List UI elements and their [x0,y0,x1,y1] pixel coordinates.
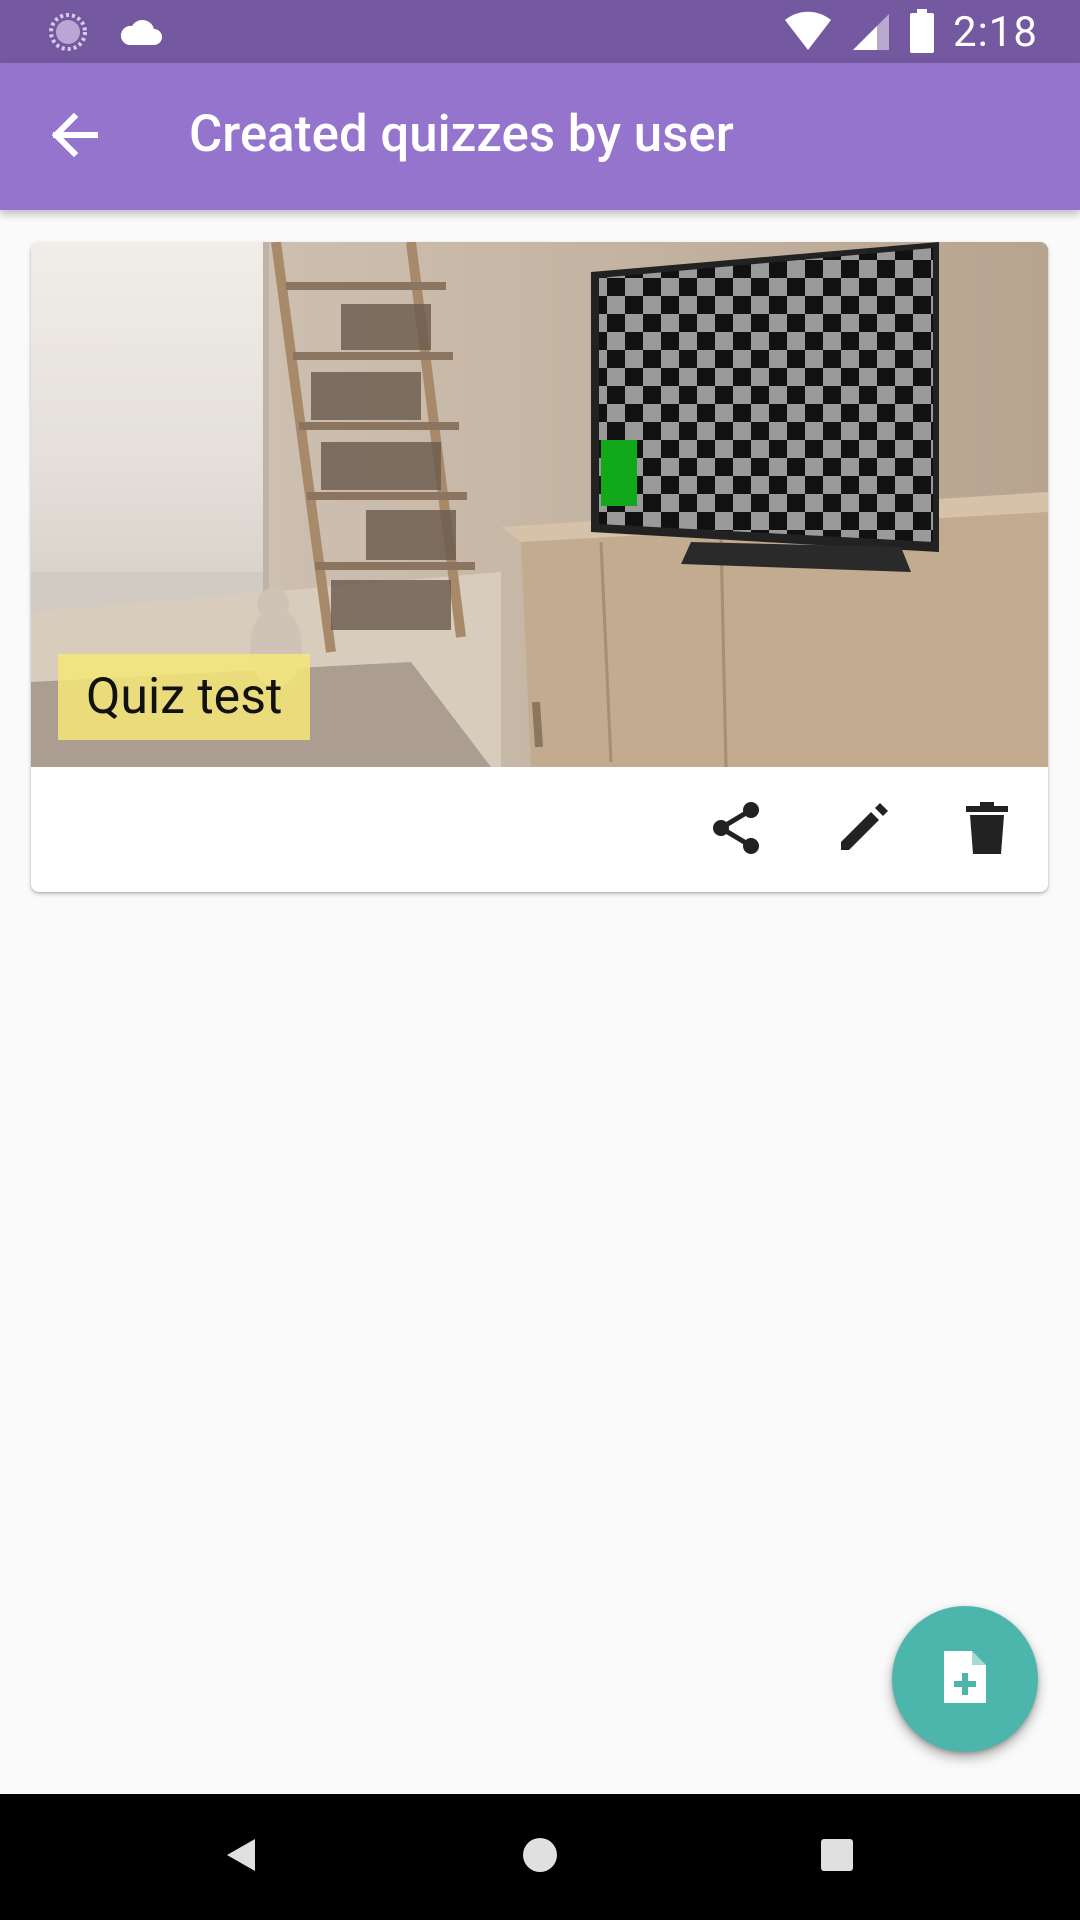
back-button[interactable] [42,105,106,169]
share-icon [711,801,763,859]
wifi-icon [783,10,833,56]
add-quiz-fab[interactable] [892,1606,1038,1752]
sync-icon [48,12,88,56]
quiz-title: Quiz test [58,654,311,740]
arrow-back-icon [50,112,99,161]
navigation-bar [0,1794,1080,1920]
battery-icon [909,8,935,57]
status-left-icons [48,12,162,56]
nav-home-button[interactable] [506,1823,574,1891]
recents-square-icon [817,1835,857,1879]
status-bar: 2:18 [0,0,1080,63]
clock: 2:18 [953,8,1038,57]
page-title: Created quizzes by user [189,105,734,164]
status-right-icons: 2:18 [783,8,1038,57]
home-circle-icon [520,1835,560,1879]
nav-recents-button[interactable] [803,1823,871,1891]
delete-button[interactable] [951,794,1023,866]
cloud-icon [118,17,162,51]
cellular-signal-icon [851,10,891,56]
edit-button[interactable] [827,794,899,866]
nav-back-button[interactable] [207,1823,275,1891]
app-bar: Created quizzes by user [0,63,1080,210]
card-actions [31,767,1048,892]
edit-icon [837,802,889,858]
share-button[interactable] [701,794,773,866]
delete-icon [966,802,1008,858]
add-file-icon [942,1649,988,1709]
quiz-card[interactable]: Quiz test [31,242,1048,892]
back-triangle-icon [221,1835,261,1879]
